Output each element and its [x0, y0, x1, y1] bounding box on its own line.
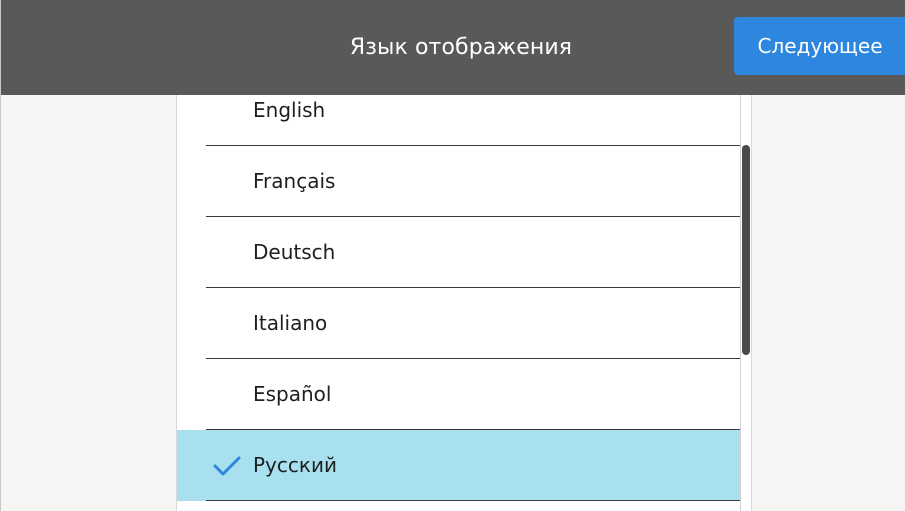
- language-label: Español: [253, 382, 332, 406]
- language-item-russian[interactable]: Русский: [177, 430, 740, 501]
- row-divider: [206, 500, 740, 501]
- language-item-italiano[interactable]: Italiano: [177, 288, 740, 359]
- scrollbar-track: [740, 95, 741, 511]
- language-list-container[interactable]: English Français Deutsch Italiano Españo…: [176, 95, 752, 511]
- language-item-espanol[interactable]: Español: [177, 359, 740, 430]
- language-label: Русский: [253, 453, 337, 477]
- language-label: Deutsch: [253, 240, 336, 264]
- language-label: Français: [253, 169, 336, 193]
- language-item-english[interactable]: English: [177, 95, 740, 146]
- language-list: English Français Deutsch Italiano Españo…: [177, 95, 740, 501]
- language-label: English: [253, 98, 326, 122]
- header-bar: Язык отображения Следующее: [1, 0, 905, 95]
- vertical-scrollbar[interactable]: [740, 95, 751, 511]
- language-item-francais[interactable]: Français: [177, 146, 740, 217]
- language-item-deutsch[interactable]: Deutsch: [177, 217, 740, 288]
- scrollbar-thumb[interactable]: [742, 145, 750, 355]
- next-button[interactable]: Следующее: [734, 17, 905, 75]
- language-selection-window: Язык отображения Следующее English Franç…: [0, 0, 905, 511]
- language-label: Italiano: [253, 311, 328, 335]
- checkmark-icon: [213, 456, 241, 476]
